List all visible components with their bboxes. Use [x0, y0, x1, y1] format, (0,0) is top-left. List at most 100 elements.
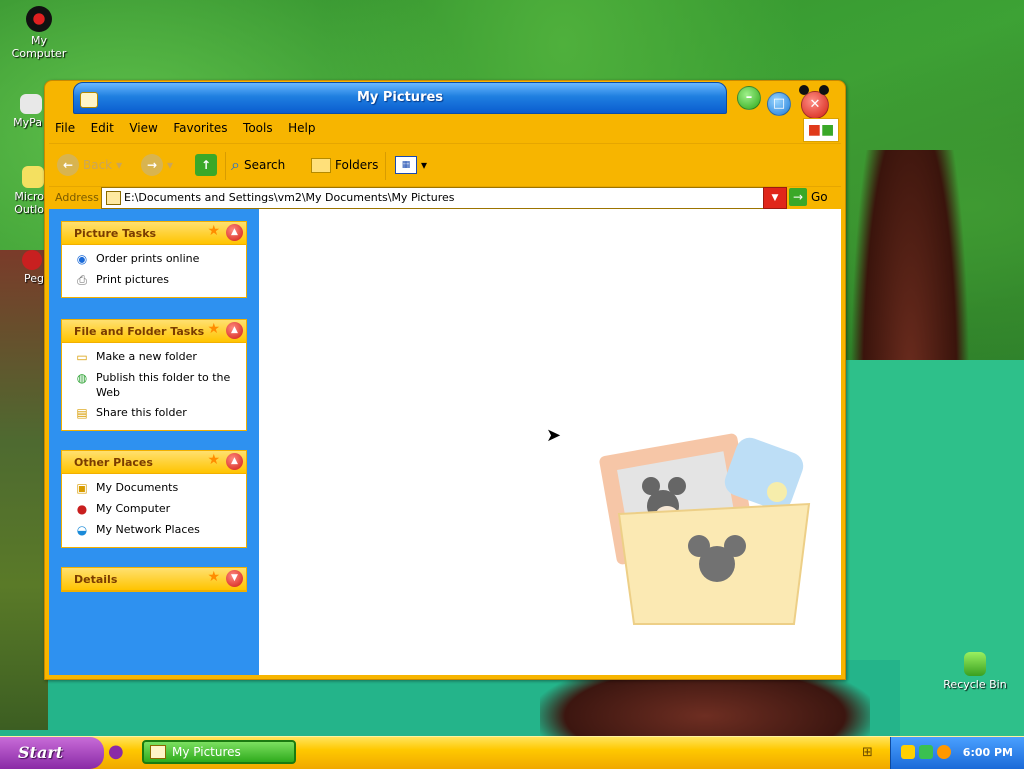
address-input[interactable]: E:\Documents and Settings\vm2\My Documen…	[101, 187, 787, 209]
panel-header[interactable]: Picture Tasks ★ ▲	[62, 222, 246, 245]
task-new-folder[interactable]: ▭ Make a new folder	[74, 349, 238, 365]
place-label: My Documents	[96, 481, 179, 494]
printer-icon: ⎙	[77, 273, 87, 287]
up-arrow-icon: ↑	[195, 154, 217, 176]
share-folder-icon: ▤	[76, 406, 88, 420]
desktop-icon-recycle-bin[interactable]: Recycle Bin	[940, 652, 1010, 691]
forward-arrow-icon: →	[141, 154, 163, 176]
tray-app-icon[interactable]	[919, 745, 933, 759]
task-share-folder[interactable]: ▤ Share this folder	[74, 405, 238, 421]
wallpaper-figure	[0, 250, 48, 730]
task-label: Make a new folder	[96, 350, 197, 363]
desktop-icon-my-computer[interactable]: My Computer	[4, 6, 74, 60]
minimize-button[interactable]: –	[737, 86, 761, 110]
mickey-computer-icon: ●	[76, 502, 88, 516]
task-publish-web[interactable]: ◍ Publish this folder to the Web	[74, 370, 238, 400]
task-label: Publish this folder to the Web	[96, 371, 231, 399]
mickey-ear-icon	[819, 85, 829, 95]
views-button[interactable]: ▦ ▾	[395, 152, 427, 178]
task-print-pictures[interactable]: ⎙ Print pictures	[74, 272, 238, 288]
chevron-down-icon: ▾	[421, 158, 428, 172]
panel-title: Details	[74, 573, 118, 586]
taskbar: Start ● My Pictures ⊞ 6:00 PM	[0, 736, 1024, 769]
start-button[interactable]: Start	[0, 737, 104, 769]
menu-favorites[interactable]: Favorites	[167, 119, 233, 137]
place-label: My Network Places	[96, 523, 200, 536]
panel-title: Picture Tasks	[74, 227, 157, 240]
panel-header[interactable]: Other Places ★ ▲	[62, 451, 246, 474]
close-button[interactable]: ✕	[801, 91, 829, 119]
back-button[interactable]: ← Back ▾	[57, 152, 122, 178]
address-bar: Address E:\Documents and Settings\vm2\My…	[49, 187, 841, 209]
chevron-down-icon[interactable]: ▾	[167, 158, 173, 172]
collapse-icon[interactable]: ▲	[226, 322, 243, 339]
task-label: Order prints online	[96, 252, 200, 265]
desktop-icon-label: Micro Outlo	[14, 190, 44, 216]
search-button[interactable]: ⌕ Search	[231, 152, 285, 178]
maximize-button[interactable]: □	[767, 92, 791, 116]
task-label: Print pictures	[96, 273, 169, 286]
folders-button[interactable]: Folders	[311, 152, 378, 178]
menu-bar: File Edit View Favorites Tools Help ■■	[49, 118, 841, 142]
place-my-documents[interactable]: ▣ My Documents	[74, 480, 238, 496]
desktop-icon-mypa[interactable]: MyPa	[0, 94, 42, 129]
file-folder-tasks-panel: File and Folder Tasks ★ ▲ ▭ Make a new f…	[61, 319, 247, 431]
chevron-down-icon[interactable]: ▾	[116, 158, 122, 172]
folders-label: Folders	[335, 158, 379, 172]
network-places-icon: ◒	[76, 523, 88, 537]
address-value: E:\Documents and Settings\vm2\My Documen…	[124, 191, 455, 204]
system-tray: 6:00 PM	[890, 737, 1024, 769]
place-my-computer[interactable]: ● My Computer	[74, 501, 238, 517]
menu-tools[interactable]: Tools	[237, 119, 279, 137]
window-title: My Pictures	[356, 90, 444, 105]
back-arrow-icon: ←	[57, 154, 79, 176]
panel-header[interactable]: Details ★ ▼	[62, 568, 246, 591]
publish-globe-icon: ◍	[76, 371, 88, 385]
search-icon[interactable]	[937, 745, 951, 759]
menu-view[interactable]: View	[123, 119, 163, 137]
folder-icon	[106, 191, 121, 205]
desktop-icon-label: Peg	[24, 272, 44, 285]
address-label: Address	[55, 191, 99, 204]
other-places-panel: Other Places ★ ▲ ▣ My Documents ● My Com…	[61, 450, 247, 548]
forward-button[interactable]: → ▾	[141, 152, 173, 178]
toolbar-divider	[225, 152, 226, 180]
expand-icon[interactable]: ▼	[226, 570, 243, 587]
collapse-icon[interactable]: ▲	[226, 224, 243, 241]
task-order-prints[interactable]: ◉ Order prints online	[74, 251, 238, 267]
menu-help[interactable]: Help	[282, 119, 321, 137]
menu-file[interactable]: File	[49, 119, 81, 137]
taskbar-button-my-pictures[interactable]: My Pictures	[142, 740, 296, 764]
desktop-icon-outlook[interactable]: Micro Outlo	[0, 166, 44, 216]
panel-title: Other Places	[74, 456, 153, 469]
folder-icon	[150, 745, 166, 759]
toolbar: ← Back ▾ → ▾ ↑ ⌕ Search Folders ▦ ▾	[49, 143, 841, 187]
star-icon: ★	[207, 321, 220, 337]
mickey-ears-icon: ●	[108, 741, 124, 762]
explorer-window: My Pictures – □ ✕ File Edit View Favorit…	[44, 80, 846, 680]
go-arrow-icon: →	[789, 188, 807, 206]
mickey-ear-icon	[799, 85, 809, 95]
title-bar[interactable]: My Pictures	[73, 82, 727, 114]
recycle-bin-icon	[964, 652, 986, 676]
menu-edit[interactable]: Edit	[85, 119, 120, 137]
security-shield-icon[interactable]	[901, 745, 915, 759]
collapse-icon[interactable]: ▲	[226, 453, 243, 470]
back-label: Back	[83, 158, 113, 172]
address-dropdown-button[interactable]: ▼	[763, 187, 787, 209]
mouse-cursor-icon: ➤	[546, 425, 562, 446]
panel-header[interactable]: File and Folder Tasks ★ ▲	[62, 320, 246, 343]
star-icon: ★	[207, 569, 220, 585]
place-network[interactable]: ◒ My Network Places	[74, 522, 238, 538]
desktop-icon-peg[interactable]: Peg	[0, 250, 44, 285]
search-icon: ⌕	[231, 155, 240, 174]
pictures-folder-watermark-icon	[599, 433, 811, 625]
panel-title: File and Folder Tasks	[74, 325, 205, 338]
network-icon[interactable]: ⊞	[862, 745, 873, 760]
go-button[interactable]: → Go	[789, 187, 828, 207]
up-folder-button[interactable]: ↑	[195, 152, 217, 178]
clock[interactable]: 6:00 PM	[963, 746, 1013, 759]
toolbar-divider	[385, 152, 386, 180]
mickey-computer-icon	[26, 6, 52, 32]
shortcut-icon	[20, 94, 42, 114]
